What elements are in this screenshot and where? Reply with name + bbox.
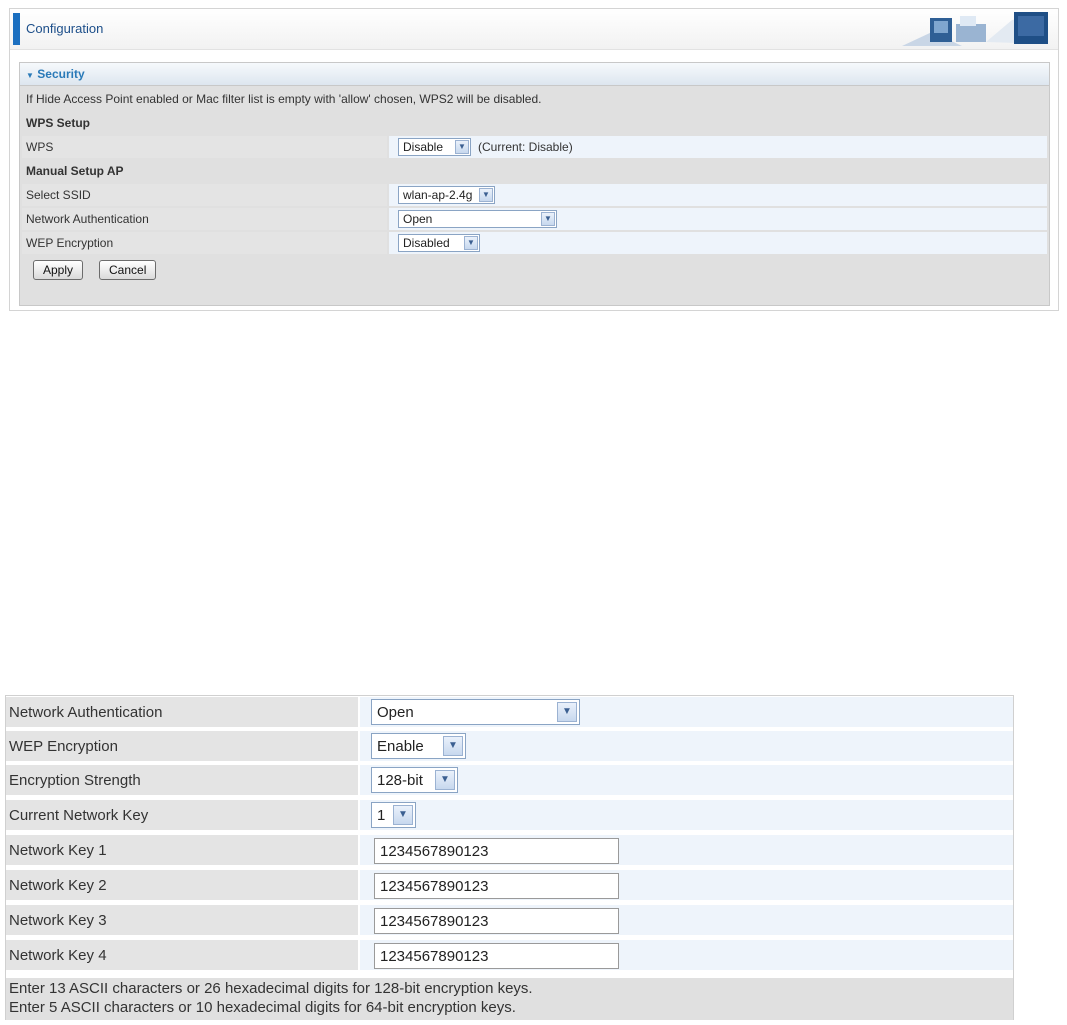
wep-encryption-row: WEP Encryption Enable ▼ (6, 731, 1013, 761)
encryption-strength-label: Encryption Strength (9, 772, 141, 789)
wps-label: WPS (26, 140, 54, 154)
network-key-2-row: Network Key 2 (6, 870, 1013, 900)
wep-auth-label: Network Authentication (9, 704, 163, 721)
encryption-strength-row: Encryption Strength 128-bit ▼ (6, 765, 1013, 795)
security-title: Security (37, 67, 85, 81)
triangle-down-icon: ▼ (26, 71, 34, 80)
wps-setup-heading-row: WPS Setup (22, 112, 1047, 134)
wep-encryption-label: WEP Encryption (9, 738, 118, 755)
network-key-2-input[interactable] (374, 873, 619, 899)
security-section: ▼ Security If Hide Access Point enabled … (19, 62, 1050, 306)
apply-button[interactable]: Apply (33, 260, 84, 280)
network-key-4-row: Network Key 4 (6, 940, 1013, 970)
cancel-button[interactable]: Cancel (99, 260, 157, 280)
ssid-label: Select SSID (26, 188, 91, 202)
chevron-down-icon: ▼ (479, 188, 493, 202)
header-bar: Configuration (10, 9, 1058, 50)
manual-setup-heading: Manual Setup AP (26, 164, 124, 178)
router-banner-graphic (902, 12, 1048, 46)
network-key-1-label: Network Key 1 (9, 842, 107, 859)
encryption-strength-select[interactable]: 128-bit ▼ (371, 767, 458, 793)
chevron-down-icon: ▼ (557, 702, 577, 722)
chevron-down-icon: ▼ (443, 736, 463, 756)
chevron-down-icon: ▼ (435, 770, 455, 790)
auth-select[interactable]: Open ▼ (398, 210, 557, 228)
auth-row: Network Authentication Open ▼ (22, 208, 1047, 230)
configuration-panel: Configuration ▼ Security If Hide Access … (9, 8, 1059, 311)
security-title-bar[interactable]: ▼ Security (20, 63, 1049, 86)
network-key-4-label: Network Key 4 (9, 947, 107, 964)
chevron-down-icon: ▼ (464, 236, 478, 250)
hint-line-128bit: Enter 13 ASCII characters or 26 hexadeci… (9, 980, 533, 997)
wep-label: WEP Encryption (26, 236, 114, 250)
wep-encryption-select[interactable]: Enable ▼ (371, 733, 466, 759)
wps-current-status: (Current: Disable) (478, 140, 573, 154)
network-key-1-input[interactable] (374, 838, 619, 864)
chevron-down-icon: ▼ (541, 212, 555, 226)
wps-select[interactable]: Disable ▼ (398, 138, 471, 156)
hint-line-64bit: Enter 5 ASCII characters or 10 hexadecim… (9, 999, 516, 1016)
current-network-key-label: Current Network Key (9, 807, 149, 824)
wep-select[interactable]: Disabled ▼ (398, 234, 480, 252)
network-key-2-label: Network Key 2 (9, 877, 107, 894)
wep-auth-select[interactable]: Open ▼ (371, 699, 580, 725)
wps-row: WPS Disable ▼ (Current: Disable) (22, 136, 1047, 158)
ssid-select[interactable]: wlan-ap-2.4g ▼ (398, 186, 495, 204)
page-title: Configuration (26, 21, 104, 36)
wps-setup-heading: WPS Setup (26, 116, 91, 130)
current-network-key-row: Current Network Key 1 ▼ (6, 800, 1013, 830)
wps-note: If Hide Access Point enabled or Mac filt… (26, 92, 542, 106)
network-key-3-row: Network Key 3 (6, 905, 1013, 935)
chevron-down-icon: ▼ (455, 140, 469, 154)
ssid-row: Select SSID wlan-ap-2.4g ▼ (22, 184, 1047, 206)
wep-auth-row: Network Authentication Open ▼ (6, 697, 1013, 727)
network-key-3-input[interactable] (374, 908, 619, 934)
header-accent (13, 13, 20, 45)
wep-detail-panel: Network Authentication Open ▼ WEP Encryp… (5, 695, 1014, 1020)
manual-setup-heading-row: Manual Setup AP (22, 160, 1047, 182)
auth-label: Network Authentication (26, 212, 149, 226)
wps-note-row: If Hide Access Point enabled or Mac filt… (22, 88, 1047, 110)
wep-row: WEP Encryption Disabled ▼ (22, 232, 1047, 254)
key-format-hint: Enter 13 ASCII characters or 26 hexadeci… (6, 978, 1013, 1020)
chevron-down-icon: ▼ (393, 805, 413, 825)
button-row: Apply Cancel (22, 256, 1047, 286)
network-key-3-label: Network Key 3 (9, 912, 107, 929)
network-key-1-row: Network Key 1 (6, 835, 1013, 865)
current-network-key-select[interactable]: 1 ▼ (371, 802, 416, 828)
network-key-4-input[interactable] (374, 943, 619, 969)
